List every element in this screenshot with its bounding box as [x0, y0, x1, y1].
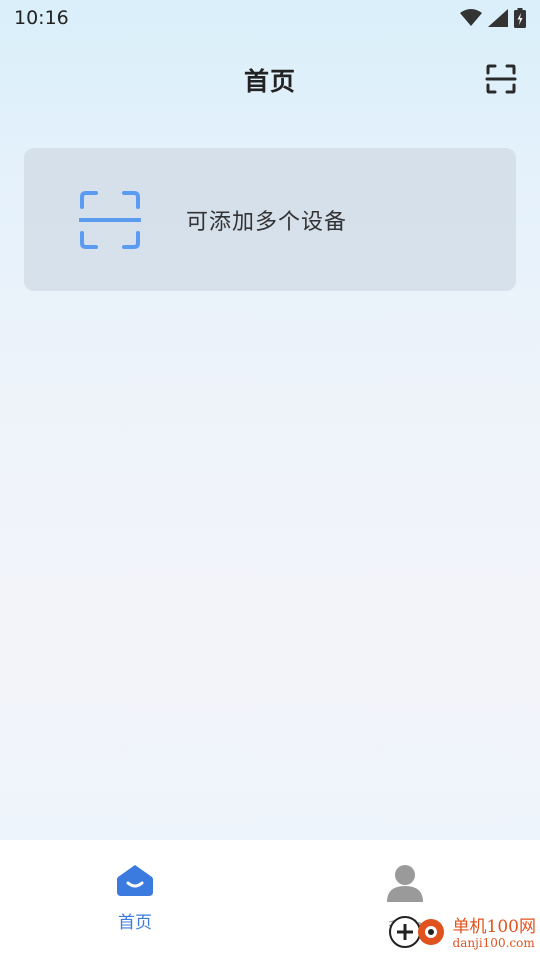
watermark-name: 单机100网	[452, 916, 536, 937]
title-bar: 首页	[0, 52, 540, 108]
scan-icon	[485, 63, 517, 99]
add-device-label: 可添加多个设备	[186, 209, 348, 235]
watermark-url: danji100.com	[452, 935, 535, 950]
add-device-card[interactable]: 可添加多个设备	[24, 148, 516, 291]
home-icon	[117, 864, 153, 900]
status-time: 10:16	[14, 7, 69, 29]
wifi-icon	[460, 9, 482, 27]
status-bar: 10:16	[0, 0, 540, 36]
scan-device-icon	[79, 189, 141, 251]
watermark-logo	[385, 912, 449, 956]
page-title: 首页	[243, 67, 296, 96]
tab-home[interactable]: 首页	[0, 840, 270, 960]
watermark: 单机100网 danji100.com	[385, 912, 536, 956]
signal-icon	[488, 9, 508, 27]
battery-icon	[514, 8, 526, 28]
tab-home-label: 首页	[118, 913, 152, 933]
watermark-text: 单机100网 danji100.com	[452, 916, 536, 950]
user-icon	[386, 864, 424, 906]
scan-button[interactable]	[484, 64, 518, 98]
status-icons	[460, 8, 526, 28]
